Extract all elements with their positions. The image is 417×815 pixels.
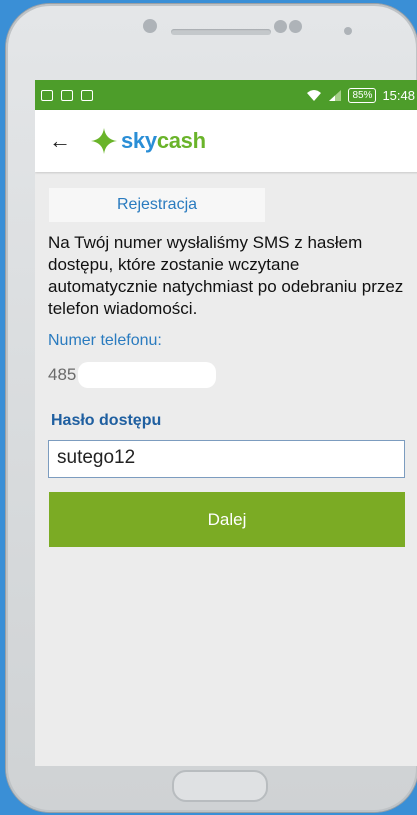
skycash-logo: skycash — [91, 128, 206, 154]
phone-frame: 85% 15:48 ← skycash Rejestracja Na Twój … — [6, 4, 417, 812]
earpiece-speaker — [171, 29, 271, 35]
password-label: Hasło dostępu — [51, 412, 162, 429]
home-button[interactable] — [172, 770, 268, 802]
message-icon — [41, 89, 53, 101]
logo-sky-text: sky — [121, 128, 157, 153]
phone-number-value: 485 — [48, 365, 77, 384]
sms-info-text: Na Twój numer wysłaliśmy SMS z hasłem do… — [48, 233, 404, 318]
front-camera-2 — [289, 20, 302, 33]
app-bar: ← skycash — [35, 110, 417, 172]
tab-registration[interactable]: Rejestracja — [49, 188, 265, 222]
password-input[interactable]: sutego12 — [48, 440, 405, 478]
front-camera — [274, 20, 287, 33]
next-button[interactable]: Dalej — [49, 492, 405, 547]
wifi-icon — [307, 89, 322, 101]
back-arrow-icon[interactable]: ← — [49, 128, 77, 154]
status-time: 15:48 — [382, 87, 415, 103]
redacted-phone-digits — [78, 362, 217, 388]
front-sensor — [143, 19, 157, 33]
proximity-sensor — [344, 27, 352, 35]
phone-screen: 85% 15:48 ← skycash Rejestracja Na Twój … — [35, 80, 417, 766]
logo-cash-text: cash — [156, 128, 206, 153]
status-bar: 85% 15:48 — [35, 80, 417, 110]
battery-indicator: 85% — [348, 87, 377, 103]
signal-icon — [329, 89, 342, 101]
phone-number-label: Numer telefonu: — [48, 332, 162, 349]
registration-form: Rejestracja Na Twój numer wysłaliśmy SMS… — [35, 188, 417, 547]
image-icon — [61, 89, 73, 101]
skycash-star-icon — [91, 128, 117, 154]
clipboard-icon — [81, 89, 93, 101]
phone-number-row: 485 — [48, 362, 407, 388]
phone-top-bezel — [6, 4, 417, 64]
